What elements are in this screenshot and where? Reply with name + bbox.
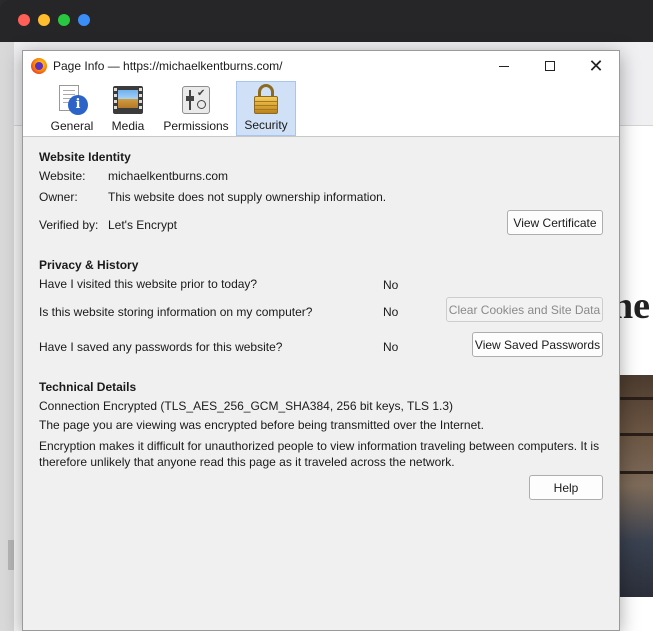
encrypted-transmission-text: The page you are viewing was encrypted b…: [39, 418, 484, 432]
minimize-traffic-light[interactable]: [38, 14, 50, 26]
tab-media[interactable]: Media: [107, 81, 149, 136]
storing-question: Is this website storing information on m…: [39, 305, 313, 319]
close-button[interactable]: ✕: [573, 51, 619, 81]
view-certificate-button[interactable]: View Certificate: [507, 210, 603, 235]
website-value: michaelkentburns.com: [108, 169, 229, 183]
verified-by-value: Let's Encrypt: [108, 218, 177, 232]
owner-label: Owner:: [39, 190, 78, 204]
page-info-tabbar: i General Media ✔ Permissions Security: [23, 81, 619, 137]
maximize-icon: [545, 61, 555, 71]
view-saved-passwords-button[interactable]: View Saved Passwords: [472, 332, 603, 357]
website-identity-heading: Website Identity: [39, 150, 131, 164]
page-info-dialog: Page Info — https://michaelkentburns.com…: [22, 50, 620, 631]
minimize-icon: [499, 65, 509, 67]
privacy-history-heading: Privacy & History: [39, 258, 139, 272]
maximize-button[interactable]: [527, 51, 573, 81]
minimize-button[interactable]: [481, 51, 527, 81]
visited-question: Have I visited this website prior to tod…: [39, 277, 258, 291]
connection-encrypted-text: Connection Encrypted (TLS_AES_256_GCM_SH…: [39, 399, 454, 413]
help-button[interactable]: Help: [529, 475, 603, 500]
info-page-icon: i: [56, 84, 88, 116]
encryption-explanation-text: Encryption makes it difficult for unauth…: [39, 439, 600, 469]
browser-scroll-marker: [8, 540, 14, 570]
dialog-title: Page Info — https://michaelkentburns.com…: [53, 59, 283, 73]
tab-security-label: Security: [244, 118, 288, 132]
storing-answer: No: [383, 305, 399, 319]
tab-permissions[interactable]: ✔ Permissions: [161, 81, 231, 136]
close-traffic-light[interactable]: [18, 14, 30, 26]
close-icon: ✕: [588, 55, 604, 76]
tab-media-label: Media: [111, 119, 145, 133]
passwords-question: Have I saved any passwords for this webs…: [39, 340, 283, 354]
tab-general[interactable]: i General: [48, 81, 96, 136]
web-page-photo: [620, 375, 653, 597]
technical-details-heading: Technical Details: [39, 380, 137, 394]
security-panel: Website Identity Website: michaelkentbur…: [23, 137, 619, 630]
extra-traffic-light: [78, 14, 90, 26]
website-label: Website:: [39, 169, 86, 183]
zoom-traffic-light[interactable]: [58, 14, 70, 26]
passwords-answer: No: [383, 340, 399, 354]
film-icon: [112, 84, 144, 116]
owner-value: This website does not supply ownership i…: [108, 190, 387, 204]
firefox-logo-icon: [31, 58, 47, 74]
visited-answer: No: [383, 278, 399, 292]
tab-permissions-label: Permissions: [163, 119, 229, 133]
verified-by-label: Verified by:: [39, 218, 99, 232]
mac-window-titlebar: [0, 0, 653, 42]
clear-cookies-button[interactable]: Clear Cookies and Site Data: [446, 297, 603, 322]
padlock-icon: [250, 83, 282, 115]
tab-security[interactable]: Security: [236, 81, 296, 136]
tab-general-label: General: [50, 119, 94, 133]
dialog-titlebar: Page Info — https://michaelkentburns.com…: [23, 51, 619, 81]
permissions-icon: ✔: [180, 84, 212, 116]
